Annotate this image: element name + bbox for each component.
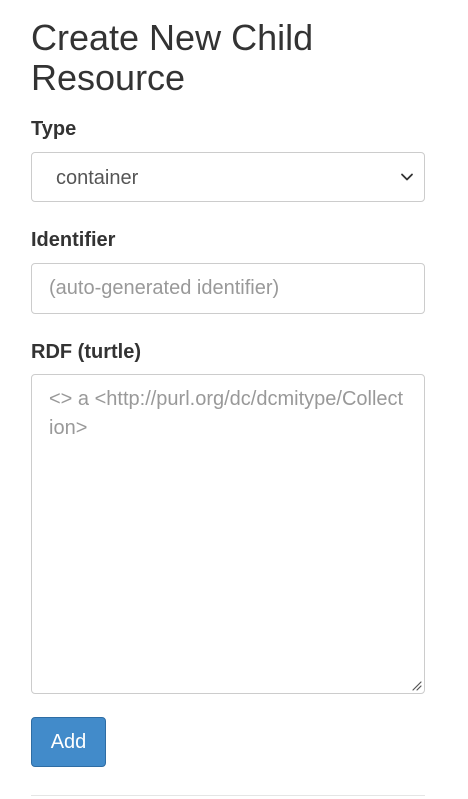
rdf-textarea[interactable] bbox=[31, 374, 425, 694]
bottom-divider bbox=[31, 795, 425, 796]
page-title: Create New Child Resource bbox=[31, 17, 314, 98]
chevron-down-icon bbox=[401, 173, 413, 181]
resize-grip-icon[interactable] bbox=[410, 679, 422, 691]
identifier-label: Identifier bbox=[31, 229, 116, 251]
rdf-textarea-wrapper bbox=[31, 374, 425, 694]
type-select-value: container bbox=[56, 167, 139, 189]
type-select[interactable]: container bbox=[31, 152, 425, 202]
create-child-resource-panel: Create New Child Resource Type container… bbox=[31, 0, 425, 767]
add-button[interactable]: Add bbox=[31, 717, 106, 767]
identifier-input[interactable] bbox=[31, 263, 425, 314]
rdf-label: RDF (turtle) bbox=[31, 341, 141, 363]
type-label: Type bbox=[31, 118, 77, 140]
